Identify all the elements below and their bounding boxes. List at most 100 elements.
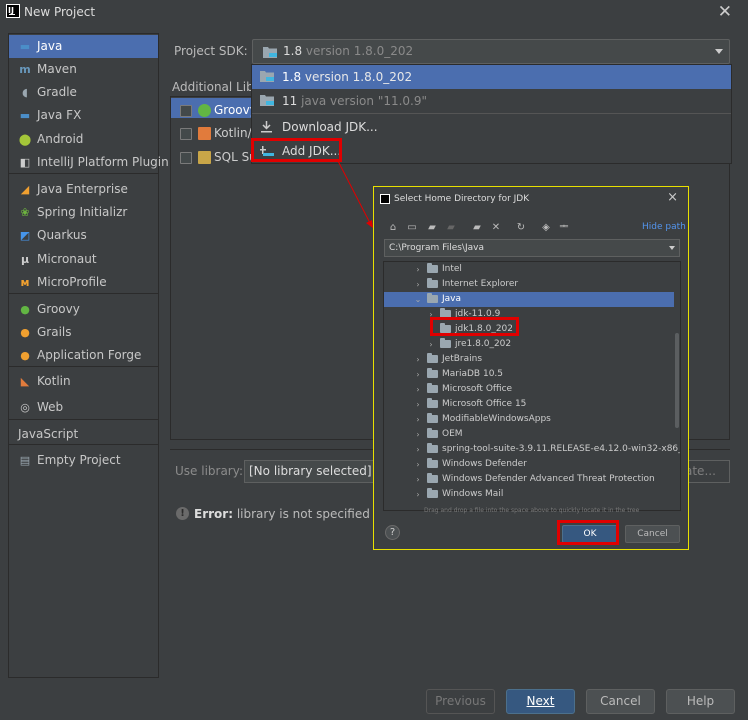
sidebar-separator [9, 366, 158, 367]
sidebar-item-web[interactable]: ◎ Web [9, 396, 158, 419]
sidebar-item-grails[interactable]: ● Grails [9, 321, 158, 344]
sidebar-item-microprofile[interactable]: ᴍ MicroProfile [9, 271, 158, 294]
tree-row[interactable]: › MariaDB 10.5 [384, 367, 674, 382]
sidebar-item-android[interactable]: ⬤ Android [9, 128, 158, 151]
sdk-option-name: 1.8 [282, 70, 302, 84]
chevron-right-icon[interactable]: › [414, 352, 422, 367]
library-checkbox[interactable] [180, 151, 192, 164]
chevron-right-icon[interactable]: › [414, 412, 422, 427]
sidebar-item-kotlin[interactable]: ◣ Kotlin [9, 370, 158, 393]
sidebar-item-spring-initializr[interactable]: ❀ Spring Initializr [9, 201, 158, 224]
chevron-right-icon[interactable]: › [414, 427, 422, 442]
sdk-icon[interactable]: ᆂ [558, 222, 570, 233]
tree-row[interactable]: › Windows Mail [384, 487, 674, 502]
tree-row-label: JetBrains [442, 354, 483, 364]
application-forge-icon: ● [20, 349, 30, 362]
dialog-help-button[interactable]: ? [385, 525, 400, 540]
next-button[interactable]: Next [506, 689, 575, 714]
chevron-right-icon[interactable]: › [414, 262, 422, 277]
tree-row[interactable]: › jre1.8.0_202 [384, 337, 674, 352]
sdk-folder-icon [260, 95, 274, 106]
home-icon[interactable]: ⌂ [387, 222, 399, 233]
cancel-button[interactable]: Cancel [586, 689, 655, 714]
module-folder-icon[interactable]: ▰ [445, 222, 457, 233]
hide-path-link[interactable]: Hide path [642, 222, 686, 232]
project-sdk-dropdown[interactable]: 1.8 version 1.8.0_202 [252, 39, 730, 64]
library-row[interactable]: SQL Su [180, 148, 257, 166]
intellij-app-icon [380, 194, 390, 204]
tree-row[interactable]: › JetBrains [384, 352, 674, 367]
tree-row[interactable]: › jdk-11.0.9 [384, 307, 674, 322]
chevron-right-icon[interactable]: › [414, 367, 422, 382]
chevron-right-icon[interactable]: › [414, 277, 422, 292]
tree-row[interactable]: › Microsoft Office [384, 382, 674, 397]
tree-row-label: jre1.8.0_202 [455, 339, 512, 349]
tree-row[interactable]: › Intel [384, 262, 674, 277]
javafx-folder-icon: ▬ [19, 109, 31, 122]
previous-button[interactable]: Previous [426, 689, 495, 714]
tree-row[interactable]: › ModifiableWindowsApps [384, 412, 674, 427]
folder-icon [440, 338, 451, 348]
chevron-right-icon[interactable]: › [414, 397, 422, 412]
tree-row[interactable]: › jdk1.8.0_202 [384, 322, 674, 337]
tree-row[interactable]: › Windows Defender Advanced Threat Protec… [384, 472, 674, 487]
dialog-close-button[interactable]: × [667, 190, 678, 205]
chevron-right-icon[interactable]: › [414, 457, 422, 472]
sidebar-item-java-enterprise[interactable]: ◢ Java Enterprise [9, 178, 158, 201]
new-folder-icon[interactable]: ▰ [471, 222, 483, 233]
tree-row-label: MariaDB 10.5 [442, 369, 504, 379]
chevron-right-icon[interactable]: › [414, 382, 422, 397]
library-row[interactable]: Kotlin/J [180, 124, 255, 142]
refresh-icon[interactable]: ↻ [515, 222, 527, 233]
use-library-dropdown[interactable]: [No library selected] [244, 460, 379, 483]
sidebar-item-javascript[interactable]: JavaScript [9, 423, 158, 446]
chevron-right-icon[interactable]: › [414, 472, 422, 487]
sidebar-item-quarkus[interactable]: ◩ Quarkus [9, 224, 158, 247]
path-field[interactable]: C:\Program Files\Java [384, 239, 680, 257]
tree-row[interactable]: ⌄ Java [384, 292, 674, 307]
sql-icon [198, 151, 211, 164]
sidebar-item-java[interactable]: ▬ Java [9, 35, 158, 58]
sidebar-item-empty-project[interactable]: ▤ Empty Project [9, 449, 158, 472]
sdk-option-1-8[interactable]: 1.8 version 1.8.0_202 [252, 65, 731, 89]
sidebar-item-maven[interactable]: m Maven [9, 58, 158, 81]
tree-row[interactable]: › OEM [384, 427, 674, 442]
help-button[interactable]: Help [666, 689, 735, 714]
error-text: library is not specified [233, 507, 370, 521]
project-folder-icon[interactable]: ▰ [426, 222, 438, 233]
tree-row[interactable]: › Microsoft Office 15 [384, 397, 674, 412]
directory-tree[interactable]: › Intel › Internet Explorer ⌄ Java › jdk-11.0.9… [383, 261, 681, 511]
tree-row-label: spring-tool-suite-3.9.11.RELEASE-e4.12.0… [442, 444, 681, 454]
chevron-down-icon [715, 49, 723, 54]
sidebar-item-intellij-platform-plugin[interactable]: ◧ IntelliJ Platform Plugin [9, 151, 169, 174]
sidebar-item-label: Java [37, 39, 63, 53]
sdk-option-version: version 1.8.0_202 [301, 70, 413, 84]
sidebar-item-java-fx[interactable]: ▬ Java FX [9, 104, 158, 127]
library-checkbox[interactable] [180, 104, 192, 117]
chevron-right-icon[interactable]: › [414, 442, 422, 457]
chevron-down-icon[interactable]: ⌄ [414, 292, 422, 307]
tree-row[interactable]: › spring-tool-suite-3.9.11.RELEASE-e4.12.… [384, 442, 680, 457]
sidebar-item-label: Android [37, 132, 84, 146]
desktop-icon[interactable]: ▭ [406, 222, 418, 233]
download-jdk-item[interactable]: Download JDK... [252, 115, 731, 139]
tree-scrollbar[interactable] [675, 333, 679, 428]
chevron-right-icon[interactable]: › [427, 337, 435, 352]
gradle-icon: ◖ [22, 86, 28, 99]
sidebar-item-micronaut[interactable]: μ Micronaut [9, 248, 158, 271]
dialog-cancel-button[interactable]: Cancel [625, 525, 680, 543]
delete-icon[interactable]: ✕ [490, 222, 502, 233]
sdk-option-11[interactable]: 11 java version "11.0.9" [252, 89, 731, 113]
library-checkbox[interactable] [180, 127, 192, 140]
chevron-right-icon[interactable]: › [414, 487, 422, 502]
sidebar-item-application-forge[interactable]: ● Application Forge [9, 344, 158, 367]
tree-row[interactable]: › Windows Defender [384, 457, 674, 472]
tree-row[interactable]: › Internet Explorer [384, 277, 674, 292]
show-hidden-icon[interactable]: ◈ [540, 222, 552, 233]
sidebar-item-gradle[interactable]: ◖ Gradle [9, 81, 158, 104]
sidebar-item-label: Kotlin [37, 374, 71, 388]
sidebar-item-groovy[interactable]: ● Groovy [9, 298, 158, 321]
use-library-label: Use library: [175, 464, 244, 478]
library-row[interactable]: Groovy [180, 101, 257, 119]
window-close-button[interactable]: ✕ [718, 2, 732, 22]
